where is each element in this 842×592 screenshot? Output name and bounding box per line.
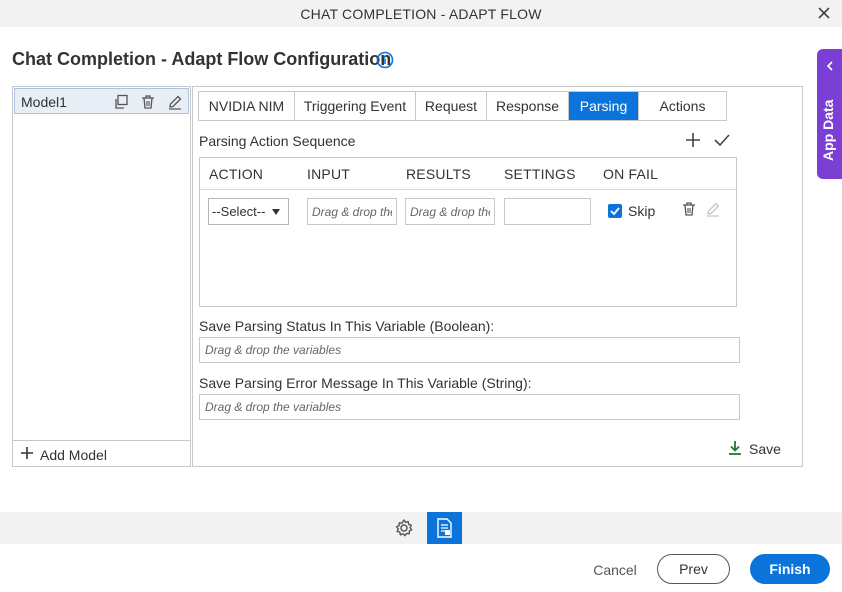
tab-bar: NVIDIA NIM Triggering Event Request Resp… bbox=[198, 91, 727, 121]
results-field[interactable] bbox=[405, 198, 495, 225]
edit-icon[interactable] bbox=[705, 201, 721, 217]
settings-field[interactable] bbox=[504, 198, 591, 225]
finish-button[interactable]: Finish bbox=[750, 554, 830, 584]
column-header: SETTINGS bbox=[504, 166, 576, 182]
on-fail-label: Skip bbox=[628, 203, 656, 219]
delete-icon[interactable] bbox=[140, 94, 156, 110]
delete-icon[interactable] bbox=[681, 201, 697, 217]
parsing-section-title: Parsing Action Sequence bbox=[199, 133, 356, 149]
cancel-button[interactable]: Cancel bbox=[585, 558, 645, 582]
column-header: RESULTS bbox=[406, 166, 471, 182]
document-button[interactable] bbox=[427, 512, 462, 544]
add-model-button[interactable]: Add Model bbox=[13, 440, 190, 466]
save-label: Save bbox=[749, 441, 781, 457]
tab-nvidia-nim[interactable]: NVIDIA NIM bbox=[199, 92, 295, 120]
check-icon[interactable] bbox=[713, 132, 731, 148]
page-title: Chat Completion - Adapt Flow Configurati… bbox=[12, 49, 392, 69]
window-title: CHAT COMPLETION - ADAPT FLOW bbox=[300, 6, 542, 22]
model-name: Model1 bbox=[21, 94, 67, 110]
document-icon bbox=[437, 518, 452, 538]
tab-actions[interactable]: Actions bbox=[639, 92, 726, 120]
add-model-label: Add Model bbox=[40, 447, 107, 463]
tab-response[interactable]: Response bbox=[487, 92, 569, 120]
tab-request[interactable]: Request bbox=[416, 92, 487, 120]
parsing-error-label: Save Parsing Error Message In This Varia… bbox=[199, 375, 532, 391]
window-titlebar: CHAT COMPLETION - ADAPT FLOW bbox=[0, 0, 842, 27]
app-data-panel-toggle[interactable]: App Data bbox=[817, 49, 842, 179]
grid-header: ACTION INPUT RESULTS SETTINGS ON FAIL bbox=[200, 158, 736, 190]
chevron-down-icon bbox=[272, 209, 280, 215]
parsing-status-label: Save Parsing Status In This Variable (Bo… bbox=[199, 318, 495, 334]
prev-button[interactable]: Prev bbox=[657, 554, 730, 584]
edit-icon[interactable] bbox=[167, 94, 183, 110]
tab-triggering-event[interactable]: Triggering Event bbox=[295, 92, 416, 120]
download-icon bbox=[729, 441, 741, 455]
tab-parsing[interactable]: Parsing bbox=[569, 92, 639, 120]
close-icon[interactable] bbox=[816, 5, 832, 21]
input-field[interactable] bbox=[307, 198, 397, 225]
plus-icon bbox=[21, 447, 33, 459]
parsing-status-field[interactable] bbox=[199, 337, 740, 363]
action-select-value: --Select-- bbox=[212, 204, 266, 219]
on-fail-checkbox[interactable] bbox=[608, 204, 622, 218]
parsing-error-field[interactable] bbox=[199, 394, 740, 420]
checkmark-icon bbox=[610, 207, 620, 216]
column-header: INPUT bbox=[307, 166, 350, 182]
model-list-panel: Model1 Add Model bbox=[12, 86, 191, 467]
parsing-grid: ACTION INPUT RESULTS SETTINGS ON FAIL bbox=[199, 157, 737, 307]
action-select[interactable]: --Select-- bbox=[208, 198, 289, 225]
info-icon[interactable] bbox=[376, 51, 394, 69]
add-row-icon[interactable] bbox=[685, 132, 701, 148]
copy-icon[interactable] bbox=[113, 94, 129, 110]
gear-icon[interactable] bbox=[394, 518, 414, 538]
model-item[interactable]: Model1 bbox=[14, 88, 189, 114]
app-data-label: App Data bbox=[820, 99, 836, 161]
bottom-toolbar bbox=[0, 512, 842, 544]
column-header: ACTION bbox=[209, 166, 264, 182]
column-header: ON FAIL bbox=[603, 166, 659, 182]
chevron-left-icon bbox=[826, 61, 833, 71]
